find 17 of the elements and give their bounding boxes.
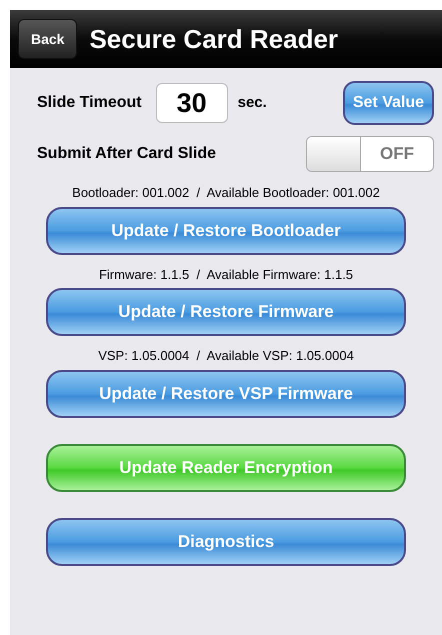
unit-label: sec.: [238, 92, 267, 113]
action-button[interactable]: Update / Restore Firmware: [46, 288, 406, 336]
action-button[interactable]: Diagnostics: [46, 518, 406, 566]
timeout-input[interactable]: 30: [156, 83, 228, 123]
switch-thumb: [307, 137, 361, 171]
nav-title: Secure Card Reader: [89, 22, 338, 56]
action-button[interactable]: Update Reader Encryption: [46, 444, 406, 492]
set-value-button[interactable]: Set Value: [342, 81, 434, 125]
slide-timeout-label: Slide Timeout: [37, 93, 142, 113]
back-button[interactable]: Back: [18, 19, 78, 59]
version-info: Bootloader: 001.002 / Available Bootloader: 001.002: [72, 184, 380, 202]
version-info: VSP: 1.05.0004 / Available VSP: 1.05.0004: [98, 347, 354, 365]
action-button[interactable]: Update / Restore VSP Firmware: [46, 370, 406, 418]
toggle-switch[interactable]: OFF: [306, 136, 434, 172]
version-info: Firmware: 1.1.5 / Available Firmware: 1.1.5: [98, 266, 354, 284]
action-button[interactable]: Update / Restore Bootloader: [46, 206, 406, 254]
submit-after-slide-label: Submit After Card Slide: [37, 144, 216, 164]
